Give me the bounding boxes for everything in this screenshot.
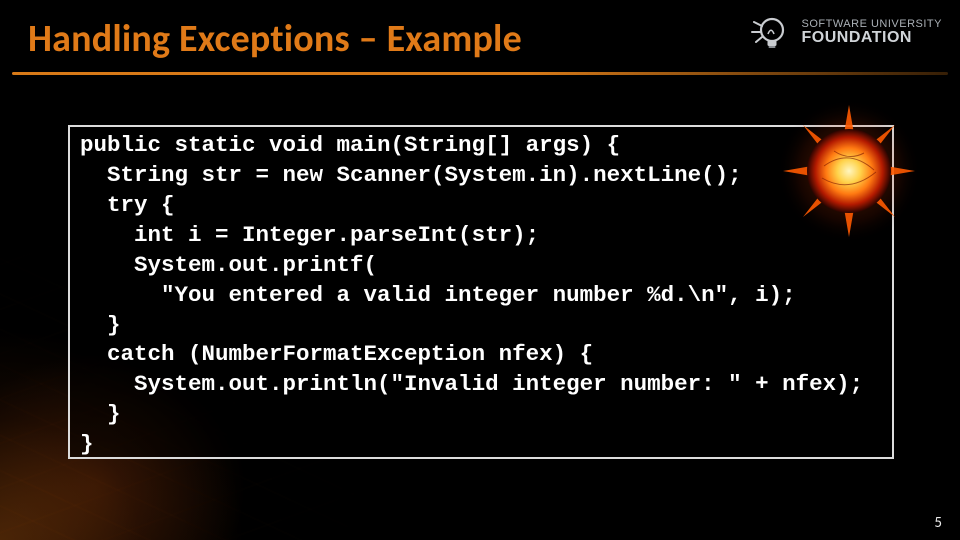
brand-text: SOFTWARE UNIVERSITY FOUNDATION: [802, 19, 943, 46]
lightbulb-icon: [748, 10, 792, 54]
brand-line1: SOFTWARE UNIVERSITY: [802, 19, 943, 30]
title-divider: [12, 72, 948, 75]
brand-line2: FOUNDATION: [802, 30, 943, 46]
slide-title: Handling Exceptions – Example: [28, 16, 522, 62]
code-block: public static void main(String[] args) {…: [68, 125, 894, 459]
brand-logo: SOFTWARE UNIVERSITY FOUNDATION: [748, 10, 943, 54]
code-text: public static void main(String[] args) {…: [80, 131, 863, 460]
page-number: 5: [934, 514, 942, 532]
